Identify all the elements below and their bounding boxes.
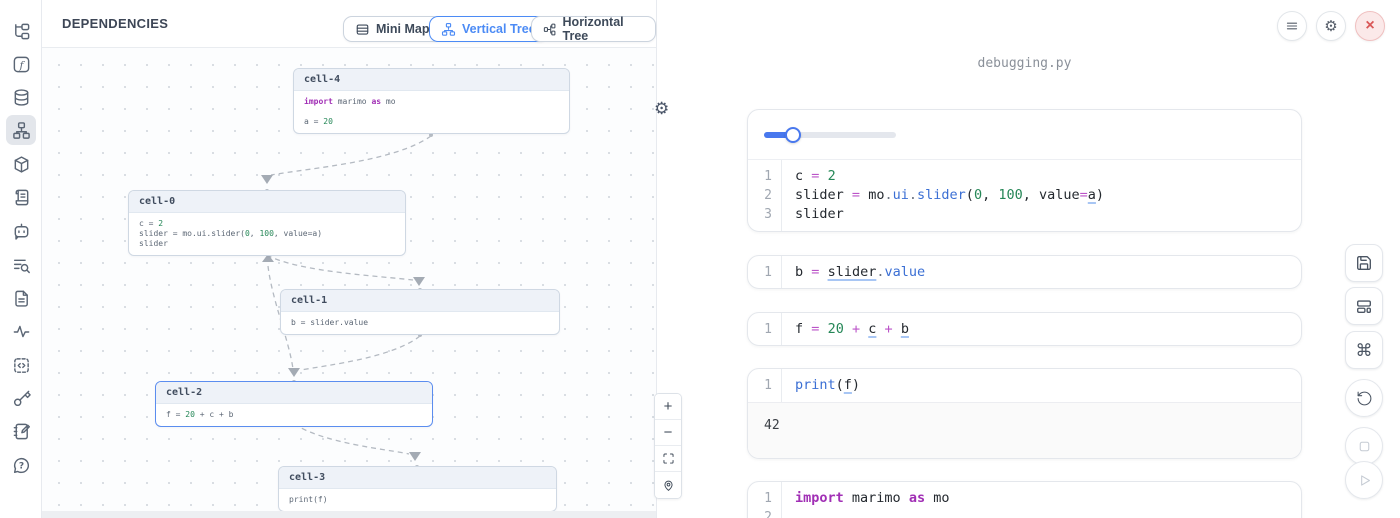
line-numbers: 1	[748, 256, 782, 289]
graph-node-cell-1[interactable]: cell-1 b = slider.value	[280, 289, 560, 335]
outline-search-icon[interactable]	[6, 250, 36, 280]
horizontal-tree-label: Horizontal Tree	[563, 15, 644, 43]
graph-node-cell-4[interactable]: cell-4 import marimo as mo a = 20	[293, 68, 570, 134]
notebook-menu-button[interactable]	[1277, 11, 1307, 41]
tracing-icon[interactable]	[6, 316, 36, 346]
package-icon[interactable]	[6, 149, 36, 179]
line-numbers: 123	[748, 160, 782, 231]
vertical-tree-icon	[441, 22, 456, 37]
svg-text:f: f	[18, 59, 25, 71]
documentation-icon[interactable]	[6, 283, 36, 313]
stop-button[interactable]	[1345, 427, 1383, 465]
dependencies-panel: DEPENDENCIES ×	[42, 0, 657, 518]
graph-node-code: f = 20 + c + b	[156, 404, 432, 426]
code-editor[interactable]: 12 import marimo as mo	[748, 482, 1301, 518]
center-selection-button[interactable]	[655, 472, 681, 498]
cell-output: 42	[748, 402, 1301, 458]
svg-text:?: ?	[18, 461, 23, 471]
vertical-tree-label: Vertical Tree	[462, 22, 536, 36]
line-numbers: 1	[748, 369, 782, 402]
helper-panel-rail: f ?	[0, 0, 42, 518]
snippets-icon[interactable]	[6, 350, 36, 380]
code-editor[interactable]: 1 f = 20 + c + b	[748, 313, 1301, 346]
graph-node-cell-3[interactable]: cell-3 print(f)	[278, 466, 557, 511]
notebook-cell-b[interactable]: 1 b = slider.value	[747, 255, 1302, 289]
code-lines: c = 2slider = mo.ui.slider(0, 100, value…	[782, 160, 1301, 231]
notebook-cell-slider[interactable]: 123 c = 2slider = mo.ui.slider(0, 100, v…	[747, 109, 1302, 232]
graph-node-title: cell-1	[281, 290, 559, 312]
database-icon[interactable]	[6, 82, 36, 112]
zoom-in-button[interactable]: +	[655, 394, 681, 420]
graph-node-title: cell-3	[279, 467, 556, 489]
notebook-filename: debugging.py	[747, 56, 1302, 71]
command-icon: ⌘	[1356, 342, 1373, 359]
secrets-icon[interactable]	[6, 383, 36, 413]
notebook-settings-button[interactable]: ⚙	[1316, 11, 1346, 41]
panel-scrollbar-track	[42, 511, 656, 518]
mini-map-button[interactable]: Mini Map	[343, 16, 441, 42]
code-editor[interactable]: 1 b = slider.value	[748, 256, 1301, 289]
keyboard-shortcuts-button[interactable]: ⌘	[1345, 331, 1383, 369]
marimo-app: f ? DEPENDENCIES ×	[0, 0, 1400, 518]
code-lines: b = slider.value	[782, 256, 1301, 289]
graph-node-title: cell-2	[156, 382, 432, 404]
run-button[interactable]	[1345, 461, 1383, 499]
panel-layout-button[interactable]	[1345, 287, 1383, 325]
save-button[interactable]	[1345, 244, 1383, 282]
play-icon	[1356, 472, 1373, 489]
notebook-cell-f[interactable]: 1 f = 20 + c + b	[747, 312, 1302, 346]
line-numbers: 1	[748, 313, 782, 346]
gear-icon: ⚙	[1324, 19, 1337, 34]
slider-thumb[interactable]	[785, 127, 801, 143]
code-lines: print(f)	[782, 369, 1301, 402]
mini-map-label: Mini Map	[376, 22, 429, 36]
logs-icon[interactable]	[6, 182, 36, 212]
horizontal-tree-icon	[543, 22, 557, 37]
chat-icon[interactable]	[6, 216, 36, 246]
horizontal-tree-button[interactable]: Horizontal Tree	[531, 16, 656, 42]
line-numbers: 12	[748, 482, 782, 518]
shutdown-button[interactable]: ×	[1355, 11, 1385, 41]
save-icon	[1355, 254, 1373, 272]
notebook-cell-print[interactable]: 1 print(f) 42	[747, 368, 1302, 459]
mini-map-icon	[355, 22, 370, 37]
graph-node-code: b = slider.value	[281, 312, 559, 334]
undo-button[interactable]	[1345, 379, 1383, 417]
dependency-graph-canvas[interactable]: cell-4 import marimo as mo a = 20 cell-0…	[42, 48, 656, 511]
graph-node-cell-2-selected[interactable]: cell-2 f = 20 + c + b	[155, 381, 433, 427]
graph-settings-gear-icon[interactable]: ⚙	[654, 99, 669, 119]
file-tree-icon[interactable]	[6, 16, 36, 46]
code-lines: f = 20 + c + b	[782, 313, 1301, 346]
code-editor[interactable]: 123 c = 2slider = mo.ui.slider(0, 100, v…	[748, 160, 1301, 231]
scratchpad-icon[interactable]	[6, 416, 36, 446]
fit-view-button[interactable]	[655, 446, 681, 472]
slider-track[interactable]	[764, 132, 896, 138]
code-editor[interactable]: 1 print(f)	[748, 369, 1301, 402]
zoom-out-button[interactable]: −	[655, 420, 681, 446]
vertical-tree-button[interactable]: Vertical Tree	[429, 16, 548, 42]
code-lines: import marimo as mo	[782, 482, 1301, 518]
panel-title: DEPENDENCIES	[62, 16, 168, 31]
graph-node-cell-0[interactable]: cell-0 c = 2slider = mo.ui.slider(0, 100…	[128, 190, 406, 256]
help-icon[interactable]: ?	[6, 450, 36, 480]
notebook-cell-import[interactable]: 12 import marimo as mo	[747, 481, 1302, 518]
undo-icon	[1356, 390, 1373, 407]
dependency-graph-icon[interactable]	[6, 115, 36, 145]
location-pin-icon	[662, 479, 675, 492]
layout-icon	[1355, 297, 1373, 315]
graph-node-code: import marimo as mo a = 20	[294, 91, 569, 133]
hamburger-menu-icon	[1285, 19, 1299, 33]
graph-node-title: cell-0	[129, 191, 405, 213]
fullscreen-icon	[662, 452, 675, 465]
close-icon: ×	[1365, 18, 1374, 34]
stop-icon	[1356, 438, 1373, 455]
graph-node-code: print(f)	[279, 489, 556, 511]
graph-node-title: cell-4	[294, 69, 569, 91]
graph-zoom-controls: + −	[654, 393, 682, 499]
function-icon[interactable]: f	[6, 49, 36, 79]
slider-output-area	[748, 110, 1301, 160]
graph-node-code: c = 2slider = mo.ui.slider(0, 100, value…	[129, 213, 405, 255]
